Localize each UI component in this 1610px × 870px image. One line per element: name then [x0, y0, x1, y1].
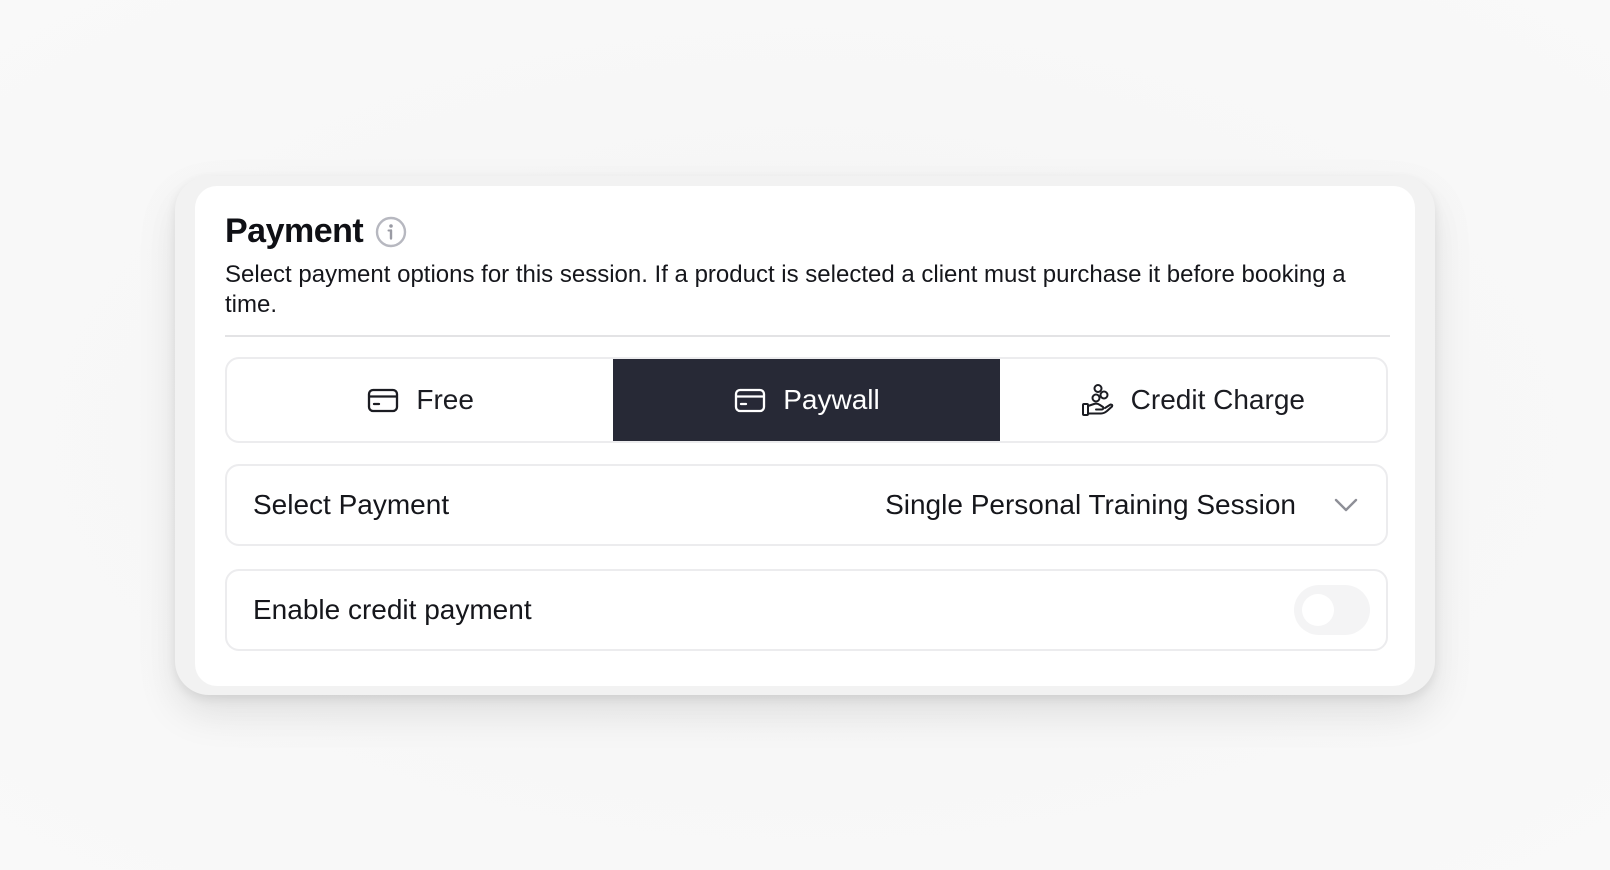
option-credit-charge[interactable]: Credit Charge [1000, 359, 1386, 441]
option-paywall[interactable]: Paywall [613, 359, 1000, 441]
payment-card-frame: Payment Select payment options for this … [175, 176, 1435, 695]
select-payment-value: Single Personal Training Session [885, 489, 1296, 520]
info-icon[interactable] [375, 216, 407, 248]
credit-card-icon [733, 383, 767, 417]
enable-credit-payment-label: Enable credit payment [253, 594, 532, 625]
option-paywall-label: Paywall [783, 384, 880, 415]
payment-card: Payment Select payment options for this … [195, 186, 1415, 686]
enable-credit-payment-row: Enable credit payment [225, 569, 1388, 651]
credit-card-icon [366, 383, 400, 417]
divider [225, 335, 1390, 337]
select-payment-dropdown[interactable]: Select Payment Single Personal Training … [225, 464, 1388, 546]
toggle-knob [1302, 594, 1334, 626]
option-free-label: Free [416, 384, 474, 415]
hand-coins-icon [1081, 383, 1115, 417]
enable-credit-payment-toggle[interactable] [1294, 585, 1370, 635]
payment-type-selector: Free Paywall Credit Charge [225, 357, 1388, 443]
page-title: Payment [225, 212, 364, 250]
option-free[interactable]: Free [227, 359, 613, 441]
payment-description: Select payment options for this session.… [225, 261, 1346, 318]
option-credit-charge-label: Credit Charge [1130, 384, 1305, 415]
select-payment-label: Select Payment [253, 489, 450, 520]
payment-header: Payment [225, 212, 407, 251]
chevron-down-icon [1332, 491, 1360, 519]
